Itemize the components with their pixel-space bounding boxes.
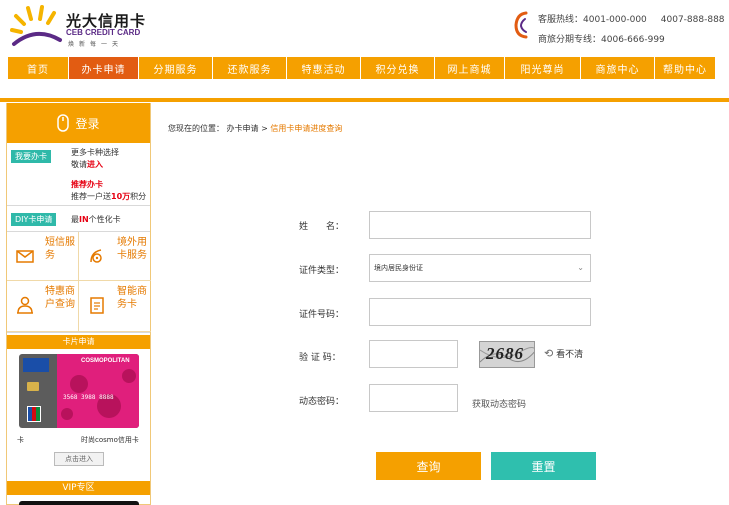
name-input[interactable]	[369, 211, 591, 239]
business-card-label: 智能商务卡	[117, 286, 147, 310]
refresh-icon: ⟲	[544, 347, 554, 360]
merchant-query-label: 特惠商户查询	[45, 286, 75, 310]
recommend-text-c: 积分	[130, 192, 147, 201]
nav-help-center[interactable]: 帮助中心	[655, 57, 715, 79]
recommend-line: 推荐一户送10万积分	[71, 191, 146, 203]
card-application-heading: 卡片申请	[7, 335, 150, 349]
captcha-label: 验 证 码：	[299, 353, 341, 363]
login-label: 登录	[75, 116, 100, 131]
breadcrumb-separator: >	[258, 124, 271, 133]
refresh-text: 看不清	[556, 350, 584, 360]
vip-card-image[interactable]	[19, 501, 139, 505]
diy-text-c: 个性化卡	[88, 215, 121, 224]
captcha-image[interactable]: 2686	[479, 341, 535, 368]
card-caption-left: 卡	[17, 436, 24, 444]
id-number-label: 证件号码：	[299, 310, 345, 320]
id-type-label: 证件类型：	[299, 266, 345, 276]
recommend-text-a: 推荐一户送	[71, 192, 111, 201]
breadcrumb: 您现在的位置： 办卡申请 > 信用卡申请进度查询	[168, 123, 342, 134]
breadcrumb-level1[interactable]: 办卡申请	[227, 124, 259, 133]
diy-card-tag[interactable]: DIY卡申请	[11, 213, 57, 226]
apply-line-2-text: 敬请	[71, 160, 87, 169]
hotline-label: 客服热线：	[538, 15, 584, 25]
dynamic-password-label: 动态密码：	[299, 397, 345, 407]
cosmopolitan-card-image[interactable]: COSMOPOLITAN 3568 3988 8888	[19, 354, 139, 428]
nav-home[interactable]: 首页	[8, 57, 69, 79]
business-card[interactable]: 智能商务卡	[79, 281, 151, 332]
nav-mall[interactable]: 网上商城	[435, 57, 505, 79]
diy-card-text: 最IN个性化卡	[71, 214, 121, 225]
enter-link[interactable]: 进入	[87, 160, 103, 169]
installment-label: 商旅分期专线：	[538, 35, 602, 45]
phone-icon	[514, 11, 528, 39]
breadcrumb-prefix: 您现在的位置：	[168, 124, 224, 133]
hotline-info: 客服热线：4001-000-000 4007-888-888 商旅分期专线：400…	[538, 10, 725, 50]
query-button[interactable]: 查询	[376, 452, 481, 480]
header: 光大信用卡 CEB CREDIT CARD 焕新每一天 客服热线：4001-00…	[0, 0, 729, 56]
recommend-title[interactable]: 推荐办卡	[71, 179, 146, 191]
sms-service[interactable]: 短信服务	[7, 232, 79, 281]
logo-slogan: 焕新每一天	[68, 41, 124, 48]
nav-sunshine[interactable]: 阳光尊尚	[505, 57, 581, 79]
id-type-select[interactable]: 境内居民身份证 ⌄	[369, 254, 591, 282]
apply-line-1: 更多卡种选择	[71, 148, 119, 157]
overseas-service[interactable]: 境外用卡服务	[79, 232, 151, 281]
merchant-icon	[17, 296, 33, 314]
diy-card-block: DIY卡申请 最IN个性化卡	[7, 206, 150, 232]
reset-button[interactable]: 重置	[491, 452, 596, 480]
apply-card-text: 更多卡种选择 敬请进入 推荐办卡 推荐一户送10万积分	[71, 147, 146, 203]
dynamic-password-input[interactable]	[369, 384, 458, 412]
recommend-text-b: 10万	[111, 192, 131, 201]
credit-card-icon	[19, 354, 139, 428]
merchant-query[interactable]: 特惠商户查询	[7, 281, 79, 332]
ceb-logo[interactable]: 光大信用卡 CEB CREDIT CARD 焕新每一天	[8, 4, 178, 50]
refresh-captcha[interactable]: ⟲ 看不清	[544, 347, 583, 360]
sidebar: 登录 我要办卡 更多卡种选择 敬请进入 推荐办卡 推荐一户送10万积分 DIY卡…	[6, 103, 151, 505]
diy-text-a: 最	[71, 215, 79, 224]
captcha-input[interactable]	[369, 340, 458, 368]
hotline-number-1: 4001-000-000	[583, 15, 647, 25]
diy-text-b: IN	[79, 215, 89, 224]
card-enter-button[interactable]: 点击进入	[54, 452, 104, 466]
installment-number: 4006-666-999	[601, 35, 665, 45]
chevron-down-icon: ⌄	[577, 263, 584, 272]
card-brand: COSMOPOLITAN	[81, 358, 130, 364]
nav-installment[interactable]: 分期服务	[139, 57, 213, 79]
business-card-icon	[90, 297, 104, 314]
main-nav: 首页 办卡申请 分期服务 还款服务 特惠活动 积分兑换 网上商城 阳光尊尚 商旅…	[8, 57, 721, 79]
get-dynamic-password-link[interactable]: 获取动态密码	[472, 397, 526, 410]
id-type-value: 境内居民身份证	[374, 264, 423, 272]
nav-divider	[0, 98, 729, 102]
breadcrumb-current: 信用卡申请进度查询	[270, 124, 343, 133]
sms-icon	[16, 250, 34, 263]
captcha-text: 2686	[486, 344, 524, 363]
service-grid: 短信服务 境外用卡服务 特惠商户查询 智能商务卡	[7, 232, 151, 333]
overseas-icon	[90, 249, 102, 263]
card-number: 3568 3988 8888	[63, 394, 114, 401]
nav-travel-center[interactable]: 商旅中心	[581, 57, 655, 79]
apply-card-block: 我要办卡 更多卡种选择 敬请进入 推荐办卡 推荐一户送10万积分	[7, 143, 150, 206]
apply-card-tag[interactable]: 我要办卡	[11, 150, 51, 163]
nav-points[interactable]: 积分兑换	[361, 57, 435, 79]
nav-card-application[interactable]: 办卡申请	[69, 57, 139, 79]
hotline-number-2: 4007-888-888	[660, 15, 725, 25]
logo-subtitle: CEB CREDIT CARD	[66, 28, 141, 37]
mouse-icon	[57, 114, 70, 132]
overseas-service-label: 境外用卡服务	[117, 237, 147, 261]
apply-line-2: 敬请进入	[71, 159, 146, 171]
login-button[interactable]: 登录	[7, 103, 150, 143]
vip-section-heading: VIP专区	[7, 481, 150, 495]
sun-rays-icon	[10, 5, 62, 46]
card-promo: COSMOPOLITAN 3568 3988 8888 卡 时尚cosmo信用卡…	[7, 349, 150, 481]
nav-promotions[interactable]: 特惠活动	[287, 57, 361, 79]
nav-repayment[interactable]: 还款服务	[213, 57, 287, 79]
name-label: 姓 名：	[299, 222, 345, 232]
sms-service-label: 短信服务	[45, 237, 75, 261]
card-caption-right: 时尚cosmo信用卡	[81, 436, 139, 444]
id-number-input[interactable]	[369, 298, 591, 326]
